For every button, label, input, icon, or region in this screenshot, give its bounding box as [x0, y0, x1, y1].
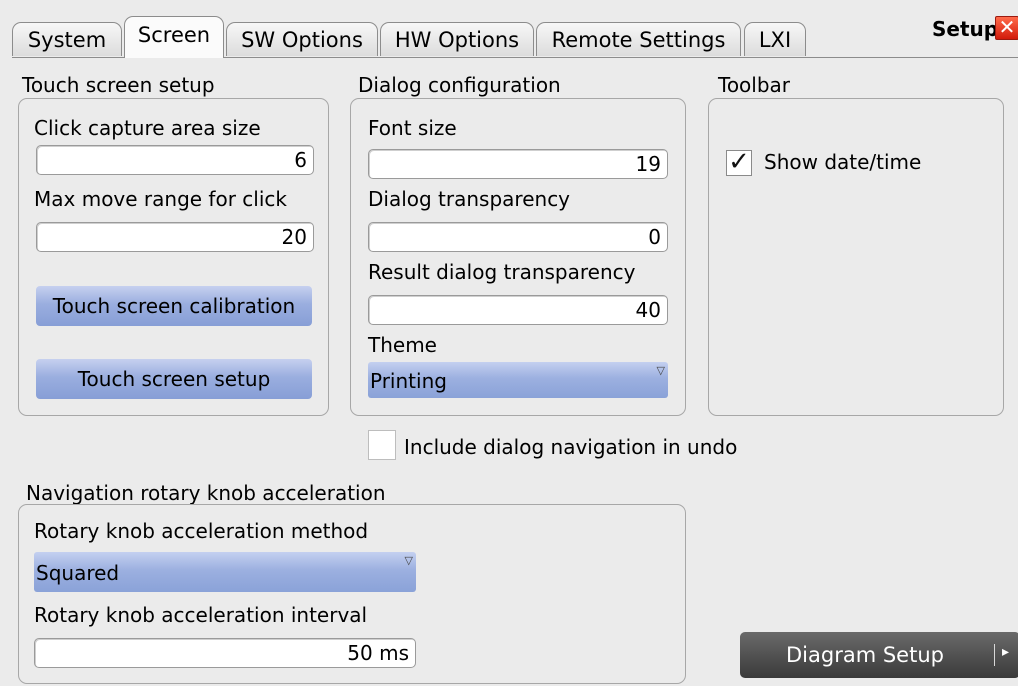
- dialog-transparency-field[interactable]: 0: [368, 222, 668, 252]
- tab-hw-options[interactable]: HW Options: [380, 22, 534, 56]
- click-capture-label: Click capture area size: [34, 116, 261, 140]
- separator-bar: [994, 644, 995, 666]
- arrow-right-icon: ▸: [1002, 644, 1010, 660]
- diagram-setup-label: Diagram Setup: [786, 643, 944, 667]
- include-undo-checkbox[interactable]: [368, 430, 396, 460]
- rotary-interval-field[interactable]: 50 ms: [34, 638, 416, 668]
- rotary-method-value: Squared: [36, 561, 120, 585]
- dropdown-arrow-icon: ▽: [404, 554, 413, 567]
- theme-value: Printing: [370, 369, 447, 393]
- theme-label: Theme: [368, 333, 437, 357]
- diagram-setup-button[interactable]: Diagram Setup ▸: [740, 632, 1018, 678]
- touch-setup-button[interactable]: Touch screen setup: [36, 359, 312, 399]
- include-undo-label: Include dialog navigation in undo: [404, 435, 738, 459]
- theme-select[interactable]: Printing ▽: [368, 362, 668, 398]
- rotary-method-label: Rotary knob acceleration method: [34, 519, 369, 543]
- rotary-interval-label: Rotary knob acceleration interval: [34, 603, 368, 627]
- dialog-transparency-label: Dialog transparency: [368, 187, 571, 211]
- result-transparency-field[interactable]: 40: [368, 295, 668, 325]
- rotary-method-select[interactable]: Squared ▽: [34, 552, 416, 592]
- toolbar-group: [708, 98, 1004, 416]
- tab-lxi[interactable]: LXI: [744, 22, 806, 56]
- touch-calibration-button[interactable]: Touch screen calibration: [36, 286, 312, 326]
- touch-screen-heading: Touch screen setup: [22, 73, 215, 97]
- checkmark-icon: ✓: [728, 147, 750, 177]
- tab-sw-options[interactable]: SW Options: [226, 22, 378, 56]
- close-icon[interactable]: ✕: [995, 16, 1018, 40]
- click-capture-field[interactable]: 6: [36, 145, 314, 175]
- max-move-label: Max move range for click: [34, 187, 287, 211]
- dialog-title: Setup: [932, 17, 999, 41]
- max-move-field[interactable]: 20: [36, 222, 314, 252]
- result-transparency-label: Result dialog transparency: [368, 260, 636, 284]
- show-datetime-label: Show date/time: [764, 150, 922, 174]
- toolbar-heading: Toolbar: [718, 73, 791, 97]
- dropdown-arrow-icon: ▽: [656, 364, 665, 377]
- show-datetime-checkbox[interactable]: ✓: [726, 147, 752, 177]
- tab-remote-settings[interactable]: Remote Settings: [536, 22, 741, 56]
- dialog-config-heading: Dialog configuration: [358, 73, 561, 97]
- font-size-field[interactable]: 19: [368, 149, 668, 179]
- tab-screen[interactable]: Screen: [124, 16, 224, 58]
- font-size-label: Font size: [368, 116, 457, 140]
- tab-system[interactable]: System: [12, 22, 122, 56]
- rotary-heading: Navigation rotary knob acceleration: [26, 481, 386, 505]
